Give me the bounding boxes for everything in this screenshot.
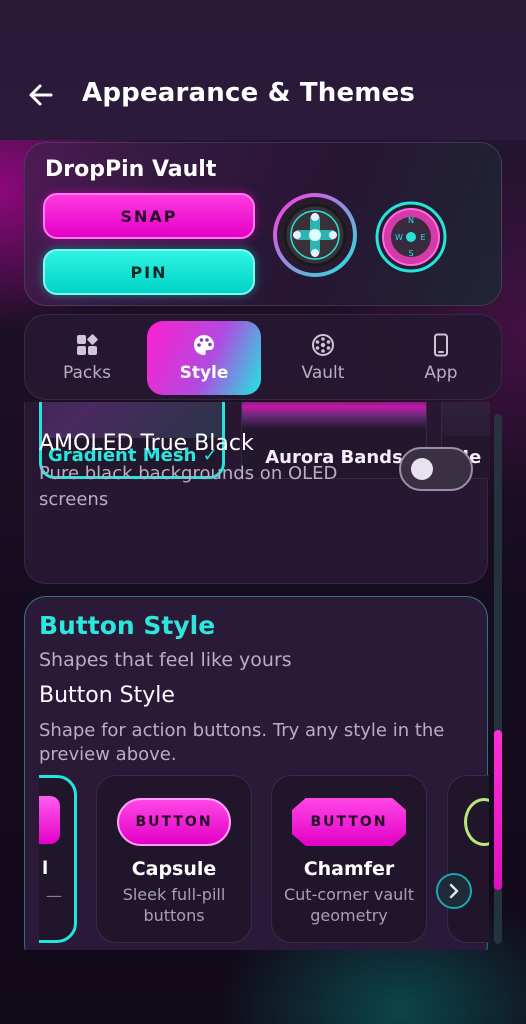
arrow-left-icon [29, 84, 53, 106]
style-option-description: — [46, 886, 62, 905]
tab-style[interactable]: Style [147, 321, 261, 395]
style-option-selected[interactable]: l — [39, 775, 77, 943]
svg-text:W: W [395, 233, 403, 242]
partial-theme-art [442, 402, 490, 436]
amoled-setting-title: AMOLED True Black [39, 431, 254, 456]
back-button[interactable] [24, 78, 58, 112]
tab-packs-label: Packs [63, 363, 111, 383]
style-option-name: Capsule [131, 858, 217, 880]
tab-vault-label: Vault [301, 363, 345, 383]
tab-packs[interactable]: Packs [31, 321, 143, 395]
compass-dial-icon[interactable]: N W E S [375, 201, 447, 273]
style-option-name: Chamfer [303, 858, 395, 880]
background-theme-card: Gradient Mesh ✓ Aurora Bands He AMOLED T… [24, 402, 490, 584]
chamfer-preview-button: BUTTON [292, 798, 406, 846]
tab-style-label: Style [179, 363, 229, 383]
tab-vault[interactable]: Vault [267, 321, 379, 395]
style-preview-ring [464, 798, 489, 846]
style-option-description: Sleek full-pill buttons [122, 885, 226, 925]
style-option-description: Cut-corner vault geometry [283, 885, 415, 925]
snap-button[interactable]: SNAP [43, 193, 255, 239]
dpad-dial-icon[interactable] [273, 193, 357, 277]
button-style-setting-title: Button Style [39, 683, 175, 708]
packs-icon [77, 334, 98, 355]
tab-app-label: App [424, 363, 458, 383]
page-title: Appearance & Themes [82, 78, 416, 108]
chevron-right-icon [449, 883, 459, 899]
amoled-toggle[interactable] [399, 447, 473, 491]
svg-text:N: N [408, 216, 414, 225]
style-option-name: l [42, 858, 49, 879]
svg-text:E: E [420, 233, 425, 242]
carousel-next-button[interactable] [436, 873, 472, 909]
button-style-card: Button Style Shapes that feel like yours… [24, 596, 489, 950]
pin-button[interactable]: PIN [43, 249, 255, 295]
phone-icon [434, 333, 448, 357]
tab-app[interactable]: App [385, 321, 497, 395]
style-preview-button [39, 796, 60, 844]
vault-icon [312, 334, 334, 356]
toggle-knob [411, 458, 433, 480]
theme-preview-card: DropPin Vault SNAP PIN N W E S [24, 142, 502, 306]
button-style-setting-description: Shape for action buttons. Try any style … [39, 720, 445, 765]
style-option-partial[interactable] [447, 775, 489, 943]
amoled-setting-description: Pure black backgrounds on OLED screens [39, 463, 338, 510]
style-option-capsule[interactable]: BUTTON Capsule Sleek full-pill buttons [96, 775, 252, 943]
aurora-bands-art [242, 402, 426, 436]
svg-text:S: S [408, 249, 413, 258]
capsule-preview-button: BUTTON [117, 798, 231, 846]
top-app-bar: Appearance & Themes [0, 0, 526, 140]
preview-title: DropPin Vault [45, 157, 217, 182]
settings-tab-bar: Packs Style Vault App [24, 314, 502, 400]
button-style-carousel[interactable]: l — BUTTON Capsule Sleek full-pill butto… [39, 775, 489, 945]
palette-icon [194, 335, 214, 355]
section-heading: Button Style [39, 611, 216, 640]
style-option-chamfer[interactable]: BUTTON Chamfer Cut-corner vault geometry [271, 775, 427, 943]
settings-scroll-area[interactable]: Gradient Mesh ✓ Aurora Bands He AMOLED T… [24, 402, 490, 950]
scrollbar-track[interactable] [494, 414, 502, 944]
section-subheading: Shapes that feel like yours [39, 649, 292, 671]
scrollbar-thumb[interactable] [494, 730, 502, 890]
